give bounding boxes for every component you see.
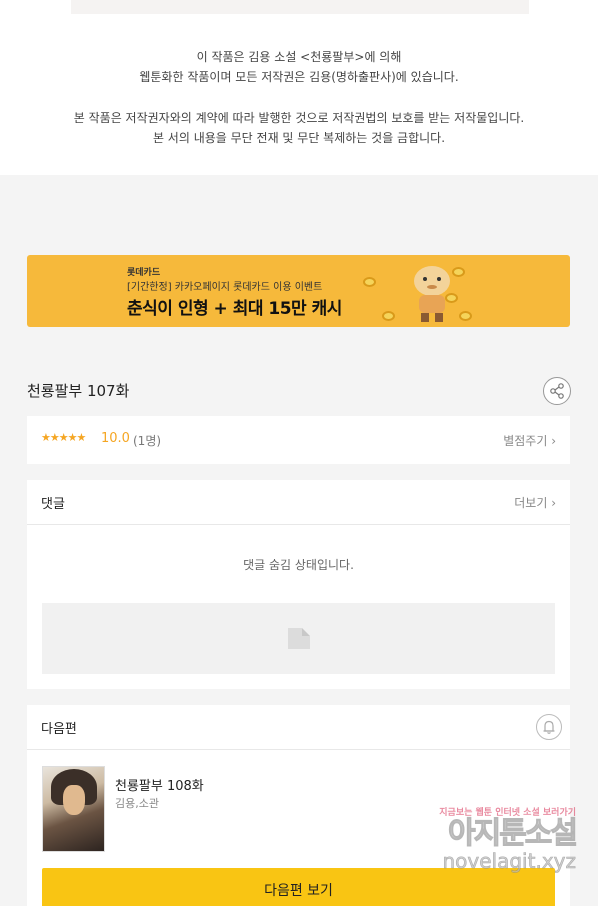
promo-banner[interactable]: 롯데카드 [기간한정] 카카오페이지 롯데카드 이용 이벤트 춘식이 인형 + … xyxy=(27,255,570,327)
copyright-notice-1: 이 작품은 김용 소설 <천룡팔부>에 의해 웹툰화한 작품이며 모든 저작권은… xyxy=(139,50,459,84)
next-episode-thumbnail[interactable] xyxy=(42,766,105,852)
next-episode-header: 다음편 xyxy=(27,705,570,750)
coin-icon xyxy=(452,267,465,277)
banner-brand: 롯데카드 xyxy=(127,268,161,278)
banner-title: 춘식이 인형 + 최대 15만 캐시 xyxy=(127,299,342,319)
comments-card: 댓글 더보기 › 댓글 숨김 상태입니다. xyxy=(27,480,570,689)
rate-button[interactable]: 별점주기 › xyxy=(503,432,556,449)
bell-icon xyxy=(543,720,555,734)
notification-button[interactable] xyxy=(536,714,562,740)
watermark-site-name: 아지툰소설 xyxy=(448,816,579,851)
rating-count: (1명) xyxy=(133,434,162,448)
comments-header: 댓글 더보기 › xyxy=(27,480,570,525)
comments-title: 댓글 xyxy=(41,497,65,512)
rating-card: ★★★★★ 10.0 (1명) 별점주기 › xyxy=(27,416,570,464)
share-icon xyxy=(550,383,564,399)
comments-more-link[interactable]: 더보기 › xyxy=(514,494,556,511)
coin-icon xyxy=(459,311,472,321)
next-episode-button[interactable]: 다음편 보기 xyxy=(42,868,555,906)
rating-stars: ★★★★★ xyxy=(41,431,86,444)
coin-icon xyxy=(445,293,458,303)
copyright-notice-2: 본 작품은 저작권자와의 계약에 따라 발행한 것으로 저작권법의 보호를 받는… xyxy=(73,111,525,145)
episode-title: 천룡팔부 107화 xyxy=(27,382,130,400)
comments-hidden-message: 댓글 숨김 상태입니다. xyxy=(243,558,354,572)
watermark-url: novelagit.xyz xyxy=(442,849,576,873)
share-button[interactable] xyxy=(543,377,571,405)
watermark: 지금보는 웹툰 인터넷 소설 보러가기 아지툰소설 novelagit.xyz xyxy=(396,805,579,873)
top-divider xyxy=(71,0,529,14)
copyright-section: 이 작품은 김용 소설 <천룡팔부>에 의해 웹툰화한 작품이며 모든 저작권은… xyxy=(0,0,598,175)
banner-subtitle: [기간한정] 카카오페이지 롯데카드 이용 이벤트 xyxy=(127,282,323,293)
image-placeholder-icon xyxy=(288,628,310,649)
coin-icon xyxy=(382,311,395,321)
next-episode-authors: 김용,소관 xyxy=(115,797,159,810)
coin-icon xyxy=(363,277,376,287)
next-episode-heading: 다음편 xyxy=(41,722,77,737)
ad-placeholder xyxy=(42,603,555,674)
next-episode-title[interactable]: 천룡팔부 108화 xyxy=(115,775,204,794)
rating-score: 10.0 xyxy=(101,431,130,446)
